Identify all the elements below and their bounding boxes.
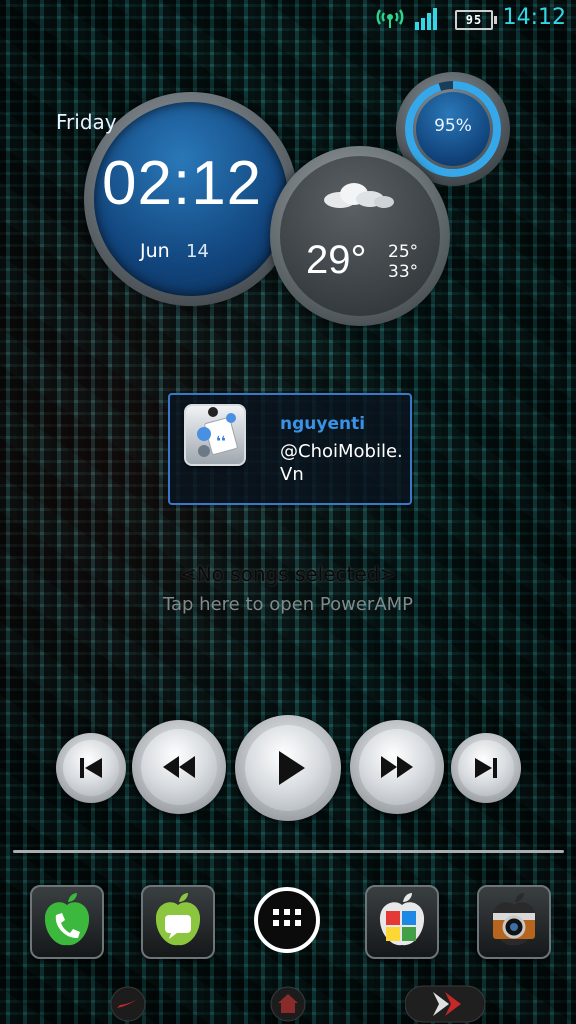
rewind-icon <box>163 756 195 778</box>
battery-icon: 95 <box>455 10 497 30</box>
fast-forward-button[interactable] <box>350 720 444 814</box>
messages-icon <box>155 893 201 946</box>
camera-icon <box>491 893 537 946</box>
skip-previous-button[interactable] <box>56 733 126 803</box>
svg-text:❛❛: ❛❛ <box>216 434 226 450</box>
skip-previous-icon <box>80 758 102 778</box>
rewind-button[interactable] <box>132 720 226 814</box>
camera-app[interactable] <box>477 885 551 959</box>
dock-divider <box>13 850 564 853</box>
play-button[interactable] <box>235 715 341 821</box>
skip-next-button[interactable] <box>451 733 521 803</box>
clock-date: 14 <box>186 241 209 262</box>
messages-app[interactable] <box>141 885 215 959</box>
cloud-icon <box>324 183 394 208</box>
clock-day: Friday <box>56 110 117 134</box>
twitter-handle: @ChoiMobile.Vn <box>280 441 403 485</box>
clock-time: 02:12 <box>102 149 263 218</box>
clock-month: Jun <box>140 240 170 262</box>
twitter-app-icon[interactable]: ❛❛ <box>184 404 246 466</box>
battery-percent: 95% <box>434 116 472 136</box>
twitter-username: nguyenti <box>280 414 366 434</box>
gallery-icon <box>379 893 425 946</box>
grid-icon <box>273 909 301 926</box>
gallery-app[interactable] <box>365 885 439 959</box>
song-title[interactable]: <No songs selected> <box>0 562 576 586</box>
red-swoosh-icon[interactable] <box>108 986 148 1022</box>
home-icon[interactable] <box>268 986 308 1022</box>
weather-high: 25° <box>388 242 419 262</box>
play-icon <box>279 751 305 785</box>
wifi-icon <box>376 9 404 28</box>
app-drawer-button[interactable] <box>254 887 320 953</box>
weather-temperature: 29° <box>306 238 367 282</box>
arrow-icon[interactable] <box>405 984 485 1024</box>
phone-app[interactable] <box>30 885 104 959</box>
status-bar: 95 14:12 <box>0 0 576 38</box>
song-hint[interactable]: Tap here to open PowerAMP <box>0 594 576 615</box>
signal-icon <box>415 8 437 30</box>
fast-forward-icon <box>381 756 413 778</box>
weather-widget[interactable] <box>270 146 450 326</box>
weather-low: 33° <box>388 262 419 282</box>
status-time: 14:12 <box>502 5 566 30</box>
phone-icon <box>44 893 90 946</box>
skip-next-icon <box>475 758 497 778</box>
